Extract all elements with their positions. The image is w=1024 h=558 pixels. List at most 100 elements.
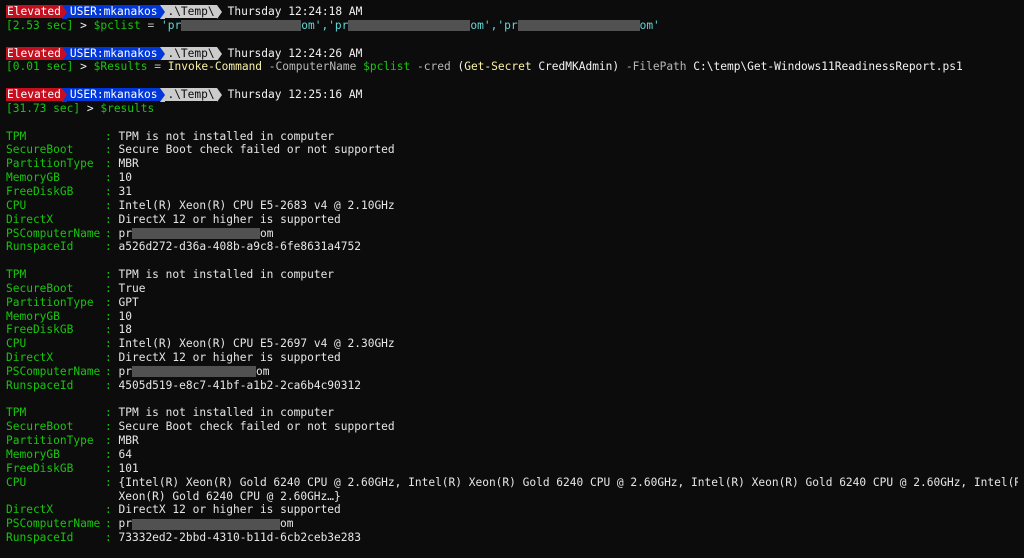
property-value: 4505d519-e8c7-41bf-a1b2-2ca6b4c90312 (118, 378, 361, 392)
property-value: DirectX 12 or higher is supported (118, 503, 341, 517)
property-value: pr (118, 364, 132, 378)
segment-separator-icon (216, 88, 222, 102)
property-value: Intel(R) Xeon(R) CPU E5-2697 v4 @ 2.30GH… (118, 337, 395, 351)
property-separator: : (105, 434, 112, 448)
property-value: Secure Boot check failed or not supporte… (118, 143, 395, 157)
string-literal: ,'pr (321, 18, 349, 32)
property-separator: : (105, 531, 112, 545)
property-separator: : (105, 406, 112, 420)
property-separator: : (105, 475, 112, 489)
prompt-timestamp: Thursday 12:24:26 AM (227, 46, 363, 60)
property-value: om (255, 364, 270, 378)
string-literal: om' (639, 18, 660, 32)
result-row: MemoryGB: 10 (6, 310, 1018, 324)
property-name: PSComputerName (6, 517, 101, 531)
segment-separator-icon (216, 46, 222, 61)
property-name: FreeDiskGB (6, 461, 74, 475)
property-value: om (279, 517, 294, 531)
redaction-block (131, 228, 260, 239)
property-separator: : (105, 295, 112, 309)
property-value: 101 (118, 461, 139, 475)
prompt-arrow: > (86, 101, 94, 115)
user-badge: USER:mkanakos (66, 5, 161, 18)
result-row: TPM: TPM is not installed in computer (6, 130, 1018, 144)
property-value: True (118, 281, 146, 295)
file-path-argument: C:\temp\Get-Windows11ReadinessReport.ps1 (693, 60, 963, 74)
result-record-2: TPM: TPM is not installed in computer Se… (6, 268, 1018, 393)
command-line-2[interactable]: [0.01 sec] > $Results = Invoke-Command -… (6, 60, 1018, 74)
property-value: a526d272-d36a-408b-a9c8-6fe8631a4752 (118, 240, 361, 254)
property-separator: : (105, 461, 112, 475)
property-separator: : (105, 143, 112, 157)
property-value: {Intel(R) Xeon(R) Gold 6240 CPU @ 2.60GH… (118, 475, 1019, 489)
property-name: SecureBoot (6, 420, 74, 434)
result-row: DirectX: DirectX 12 or higher is support… (6, 351, 1018, 365)
result-row: PartitionType: MBR (6, 157, 1018, 171)
variable-name: $pclist (363, 60, 411, 74)
property-name: MemoryGB (6, 309, 60, 323)
string-literal: ,'pr (490, 18, 518, 32)
result-row: CPU: {Intel(R) Xeon(R) Gold 6240 CPU @ 2… (6, 476, 1018, 490)
command-line-1[interactable]: [2.53 sec] > $pclist = 'pr om','pr om','pr… (6, 19, 1018, 33)
property-separator: : (105, 323, 112, 337)
property-value: 10 (118, 309, 132, 323)
result-row: CPU: Intel(R) Xeon(R) CPU E5-2697 v4 @ 2… (6, 337, 1018, 351)
property-value: Intel(R) Xeon(R) CPU E5-2683 v4 @ 2.10GH… (118, 198, 395, 212)
redaction-block (348, 20, 471, 32)
property-value: 73332ed2-2bbd-4310-b11d-6cb2ceb3e283 (118, 531, 361, 545)
property-name: TPM (6, 129, 27, 143)
result-row: PSComputerName: pr om (6, 227, 1018, 241)
property-name: FreeDiskGB (6, 323, 74, 337)
terminal-window[interactable]: Elevated USER:mkanakos .\Temp\ Thursday 12:… (6, 5, 1018, 558)
property-name: CPU (6, 475, 27, 489)
property-name: RunspaceId (6, 378, 74, 392)
property-name: RunspaceId (6, 531, 74, 545)
result-row: FreeDiskGB: 18 (6, 323, 1018, 337)
property-value: pr (118, 226, 132, 240)
property-separator: : (105, 240, 112, 254)
parameter-name: -cred (417, 60, 451, 74)
string-literal: 'pr (161, 18, 182, 32)
property-separator: : (105, 157, 112, 171)
result-row: FreeDiskGB: 31 (6, 185, 1018, 199)
prompt-arrow: > (80, 18, 87, 32)
result-row-continuation: Xeon(R) Gold 6240 CPU @ 2.60GHz…} (6, 490, 1018, 504)
elevated-badge: Elevated (6, 5, 62, 18)
result-row: CPU: Intel(R) Xeon(R) CPU E5-2683 v4 @ 2… (6, 199, 1018, 213)
property-separator: : (105, 184, 112, 198)
property-separator: : (105, 309, 112, 323)
result-row: RunspaceId: 4505d519-e8c7-41bf-a1b2-2ca6… (6, 379, 1018, 393)
property-value: MBR (118, 434, 139, 448)
property-separator: : (105, 212, 112, 226)
property-name: FreeDiskGB (6, 184, 74, 198)
property-name: DirectX (6, 503, 54, 517)
result-row: PartitionType: MBR (6, 434, 1018, 448)
property-value: TPM is not installed in computer (118, 406, 335, 420)
cmdlet-name: Invoke-Command (167, 60, 263, 74)
redaction-block (131, 518, 280, 530)
variable-name: $Results (93, 60, 148, 74)
variable-name: $pclist (93, 18, 141, 32)
command-duration: [2.53 sec] (6, 18, 74, 32)
path-badge: .\Temp\ (165, 5, 217, 18)
command-line-3[interactable]: [31.73 sec] > $results (6, 102, 1018, 116)
property-separator: : (105, 226, 112, 240)
paren: ) (612, 60, 620, 74)
property-separator: : (105, 351, 112, 365)
property-name: DirectX (6, 212, 54, 226)
property-value: GPT (118, 295, 139, 309)
elevated-badge: Elevated (6, 46, 62, 60)
property-name: SecureBoot (6, 143, 74, 157)
property-separator: : (105, 198, 112, 212)
user-badge: USER:mkanakos (66, 46, 161, 60)
property-name: PartitionType (6, 295, 94, 309)
result-row: RunspaceId: 73332ed2-2bbd-4310-b11d-6cb2… (6, 531, 1018, 545)
segment-separator-icon (216, 5, 222, 19)
property-value: TPM is not installed in computer (118, 129, 335, 143)
result-row: PSComputerName: pr om (6, 365, 1018, 379)
result-row: DirectX: DirectX 12 or higher is support… (6, 503, 1018, 517)
property-value: MBR (118, 157, 139, 171)
elevated-badge: Elevated (6, 88, 62, 102)
